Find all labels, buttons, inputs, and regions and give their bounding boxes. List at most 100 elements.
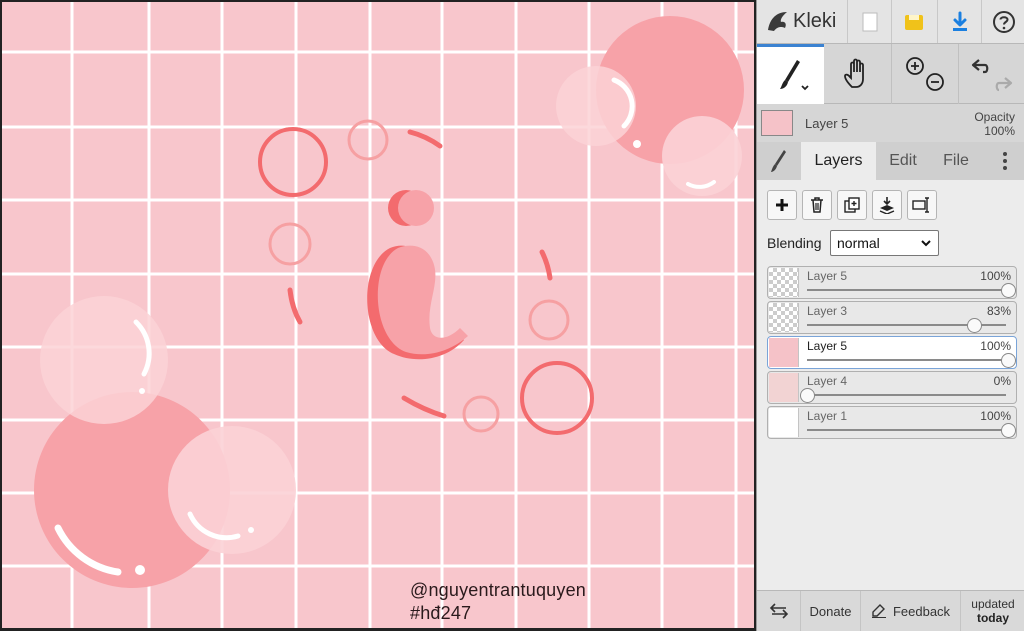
app-name: Kleki xyxy=(793,9,837,32)
swap-sides-button[interactable] xyxy=(757,591,801,631)
layer-thumbnail xyxy=(769,268,799,297)
brush-icon xyxy=(779,59,809,90)
opacity-label: Opacity xyxy=(974,110,1015,124)
layer-opacity-slider[interactable] xyxy=(1001,353,1016,368)
layer-name: Layer 4 xyxy=(807,374,848,388)
kleki-app: @nguyentrantuquyen #hđ247 Kleki Layer 5 … xyxy=(0,0,1024,631)
ring-outline xyxy=(258,127,328,197)
current-layer-name: Layer 5 xyxy=(805,116,849,131)
zoom-in-icon[interactable] xyxy=(901,52,949,96)
merge-down-icon xyxy=(879,197,895,214)
layer-opacity-slider[interactable] xyxy=(1001,283,1016,298)
canvas-artwork xyxy=(2,2,754,628)
brush-tool-button[interactable] xyxy=(757,44,824,104)
blending-mode-select[interactable]: normal xyxy=(830,230,939,256)
layer-opacity-text: 0% xyxy=(993,374,1011,388)
blending-label: Blending xyxy=(767,235,822,251)
layer-name: Layer 5 xyxy=(807,269,848,283)
brush-icon xyxy=(771,150,786,172)
current-layer-opacity: Opacity 100% xyxy=(974,110,1015,138)
zoom-out-icon[interactable] xyxy=(926,73,944,91)
feedback-label: Feedback xyxy=(892,603,951,619)
delete-layer-icon xyxy=(811,197,823,213)
credit-hashtag: #hđ247 xyxy=(410,603,472,623)
layer-name: Layer 5 xyxy=(807,339,848,353)
layer-opacity-track[interactable] xyxy=(807,394,1006,396)
layer-thumbnail xyxy=(769,338,799,367)
current-layer-bar: Layer 5 Opacity 100% xyxy=(757,104,1024,142)
blending-mode-value: normal xyxy=(837,235,880,251)
chevron-down-icon xyxy=(921,240,931,247)
layer-opacity-track[interactable] xyxy=(807,359,1006,361)
panel-footer: Donate Feedback updated today xyxy=(757,590,1024,631)
layer-name: Layer 1 xyxy=(807,409,848,423)
updated-indicator[interactable]: updated today xyxy=(961,591,1024,631)
swap-sides-icon xyxy=(769,603,788,619)
layers-pane: Blending normal Layer 5 100% Layer 3 83%… xyxy=(757,180,1024,590)
layer-opacity-text: 100% xyxy=(980,269,1011,283)
kleki-logo[interactable]: Kleki xyxy=(765,6,836,36)
layer-row[interactable]: Layer 3 83% xyxy=(767,301,1017,334)
layer-opacity-text: 83% xyxy=(986,304,1011,318)
layer-row-selected[interactable]: Layer 5 100% xyxy=(767,336,1017,369)
kleki-logo-icon xyxy=(768,12,787,31)
layer-row[interactable]: Layer 5 100% xyxy=(767,266,1017,299)
drawing-canvas[interactable]: @nguyentrantuquyen #hđ247 xyxy=(2,2,754,628)
layer-opacity-track[interactable] xyxy=(807,289,1006,291)
duplicate-layer-button[interactable] xyxy=(837,190,867,220)
bubble-top-right-b xyxy=(662,116,742,196)
hand-tool-button[interactable] xyxy=(824,44,891,104)
feedback-button[interactable]: Feedback xyxy=(861,591,961,631)
ring-outline xyxy=(528,299,570,341)
layer-opacity-text: 100% xyxy=(980,339,1011,353)
layer-thumbnail xyxy=(769,408,799,437)
updated-line-1: updated xyxy=(971,597,1015,611)
layer-opacity-track[interactable] xyxy=(807,429,1006,431)
more-vertical-icon xyxy=(1003,152,1007,170)
merge-down-button[interactable] xyxy=(872,190,902,220)
rename-layer-button[interactable] xyxy=(907,190,937,220)
donate-button[interactable]: Donate xyxy=(801,591,861,631)
add-layer-icon xyxy=(776,199,788,211)
add-layer-button[interactable] xyxy=(767,190,797,220)
redo-icon[interactable] xyxy=(995,77,1013,92)
help-button[interactable] xyxy=(981,0,1024,43)
layer-row[interactable]: Layer 1 100% xyxy=(767,406,1017,439)
layer-opacity-slider[interactable] xyxy=(966,318,982,333)
feedback-icon xyxy=(871,604,886,618)
tab-edit[interactable]: Edit xyxy=(876,142,930,180)
duplicate-layer-icon xyxy=(844,197,860,213)
tab-file[interactable]: File xyxy=(930,142,982,180)
panel-tabs: Layers Edit File xyxy=(757,142,1024,180)
credit-username: @nguyentrantuquyen xyxy=(410,580,586,600)
layer-opacity-slider[interactable] xyxy=(1001,423,1016,438)
tab-more-menu[interactable] xyxy=(985,142,1024,180)
updated-line-2: today xyxy=(976,611,1009,625)
current-layer-thumbnail xyxy=(761,110,793,136)
download-icon xyxy=(952,11,967,31)
download-button[interactable] xyxy=(937,0,981,43)
tab-brush-settings[interactable] xyxy=(757,142,801,180)
layer-row[interactable]: Layer 4 0% xyxy=(767,371,1017,404)
new-file-button[interactable] xyxy=(847,0,891,43)
undo-icon[interactable] xyxy=(967,52,1017,96)
hand-icon xyxy=(843,58,864,88)
delete-layer-button[interactable] xyxy=(802,190,832,220)
save-button[interactable] xyxy=(891,0,935,43)
zoom-controls xyxy=(891,44,958,104)
layer-opacity-slider[interactable] xyxy=(800,388,815,403)
tab-layers[interactable]: Layers xyxy=(801,142,876,180)
bubble-top-right-a xyxy=(556,66,636,146)
tool-bar xyxy=(757,44,1024,104)
help-icon xyxy=(992,10,1015,33)
save-icon xyxy=(904,14,923,30)
rename-layer-icon xyxy=(912,197,929,213)
ring-outline xyxy=(520,361,594,435)
layer-thumbnail xyxy=(769,303,799,332)
layer-name: Layer 3 xyxy=(807,304,848,318)
side-panel: Kleki Layer 5 Opacity 100% Layers Edit F… xyxy=(756,0,1024,631)
top-bar: Kleki xyxy=(757,0,1024,44)
layer-opacity-text: 100% xyxy=(980,409,1011,423)
layer-thumbnail xyxy=(769,373,799,402)
ring-outline xyxy=(268,222,312,266)
